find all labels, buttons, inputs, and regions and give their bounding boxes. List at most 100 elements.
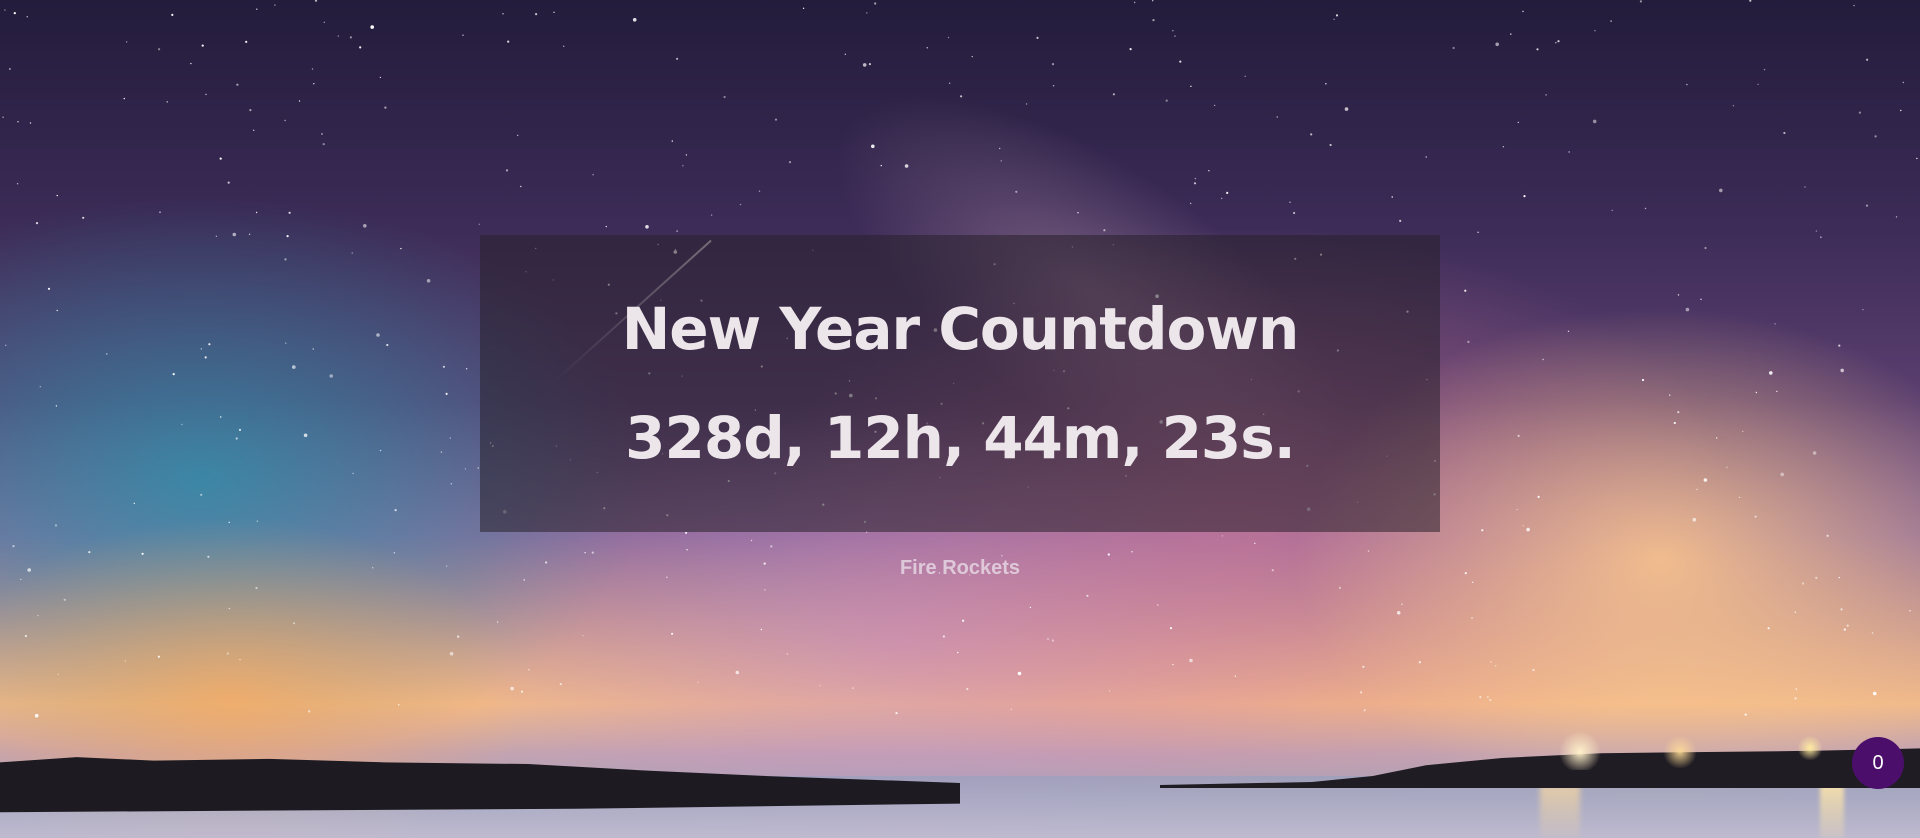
- star: [126, 41, 128, 43]
- star: [207, 555, 210, 558]
- page-title: New Year Countdown: [621, 294, 1300, 363]
- star: [1452, 46, 1455, 50]
- star: [228, 607, 230, 610]
- star: [1190, 202, 1192, 205]
- star: [1795, 688, 1798, 690]
- star: [1221, 197, 1223, 200]
- star: [1749, 0, 1752, 2]
- star: [553, 11, 555, 13]
- star: [171, 13, 174, 16]
- star: [248, 233, 251, 235]
- star: [440, 451, 443, 453]
- star: [379, 76, 382, 79]
- star: [1010, 708, 1012, 710]
- star: [520, 185, 522, 188]
- star: [1522, 10, 1524, 13]
- star: [1502, 146, 1505, 148]
- star: [172, 373, 175, 376]
- light-reflection: [1540, 785, 1580, 838]
- star: [764, 589, 766, 591]
- star: [1029, 606, 1032, 609]
- star: [337, 35, 339, 37]
- star: [957, 651, 959, 654]
- star: [286, 235, 289, 238]
- star: [1853, 4, 1855, 7]
- light-reflection: [1820, 782, 1844, 838]
- star: [645, 225, 649, 229]
- star: [39, 386, 41, 388]
- star: [34, 713, 39, 718]
- star: [17, 121, 19, 123]
- star: [82, 216, 85, 219]
- star: [457, 635, 460, 638]
- star: [999, 147, 1001, 150]
- star: [1047, 638, 1049, 640]
- star: [1536, 48, 1539, 51]
- star: [27, 568, 32, 572]
- star: [1108, 690, 1111, 692]
- star: [1820, 236, 1822, 238]
- star: [1052, 85, 1055, 87]
- star: [1804, 186, 1806, 188]
- star: [1522, 525, 1525, 527]
- star: [133, 502, 135, 505]
- star: [400, 247, 402, 250]
- star: [159, 211, 161, 213]
- star: [1780, 472, 1784, 477]
- star: [363, 224, 367, 228]
- star: [245, 40, 248, 44]
- star: [1716, 437, 1718, 439]
- star: [904, 164, 909, 168]
- star: [1338, 586, 1341, 590]
- star: [1015, 190, 1018, 193]
- star: [12, 545, 15, 548]
- star: [228, 521, 230, 524]
- star: [1112, 93, 1115, 96]
- rocket-counter-badge[interactable]: 0: [1852, 737, 1904, 789]
- star: [1464, 572, 1467, 575]
- star: [398, 704, 400, 706]
- star: [215, 235, 218, 237]
- star: [685, 531, 688, 534]
- star: [1134, 1, 1136, 4]
- star: [1862, 308, 1864, 311]
- star: [35, 222, 39, 225]
- star: [1129, 48, 1132, 51]
- star: [1495, 665, 1497, 667]
- star: [1909, 610, 1911, 612]
- star: [1757, 83, 1759, 86]
- star: [1568, 151, 1570, 153]
- star: [535, 13, 538, 16]
- fire-rockets-button[interactable]: Fire Rockets: [860, 553, 1060, 583]
- star: [1840, 608, 1843, 611]
- star: [632, 18, 637, 22]
- star: [379, 449, 382, 452]
- star: [1840, 368, 1844, 373]
- star: [9, 68, 11, 70]
- star: [227, 181, 230, 184]
- star: [926, 47, 928, 49]
- star: [1489, 698, 1492, 702]
- star: [1685, 307, 1690, 312]
- star: [465, 368, 468, 370]
- star: [1471, 581, 1474, 583]
- star: [47, 287, 51, 290]
- star: [962, 619, 965, 622]
- star: [1776, 390, 1778, 393]
- star: [584, 552, 586, 554]
- star: [255, 211, 258, 214]
- star: [763, 562, 766, 565]
- star: [1677, 411, 1680, 414]
- star: [1794, 611, 1797, 613]
- star: [1464, 289, 1467, 292]
- star: [313, 83, 315, 85]
- star: [1902, 81, 1905, 84]
- star: [384, 106, 387, 109]
- star: [478, 223, 480, 225]
- star: [1036, 36, 1039, 40]
- star: [312, 348, 314, 350]
- star: [1545, 94, 1547, 96]
- star: [57, 673, 59, 675]
- star: [1418, 661, 1421, 664]
- star: [786, 653, 788, 655]
